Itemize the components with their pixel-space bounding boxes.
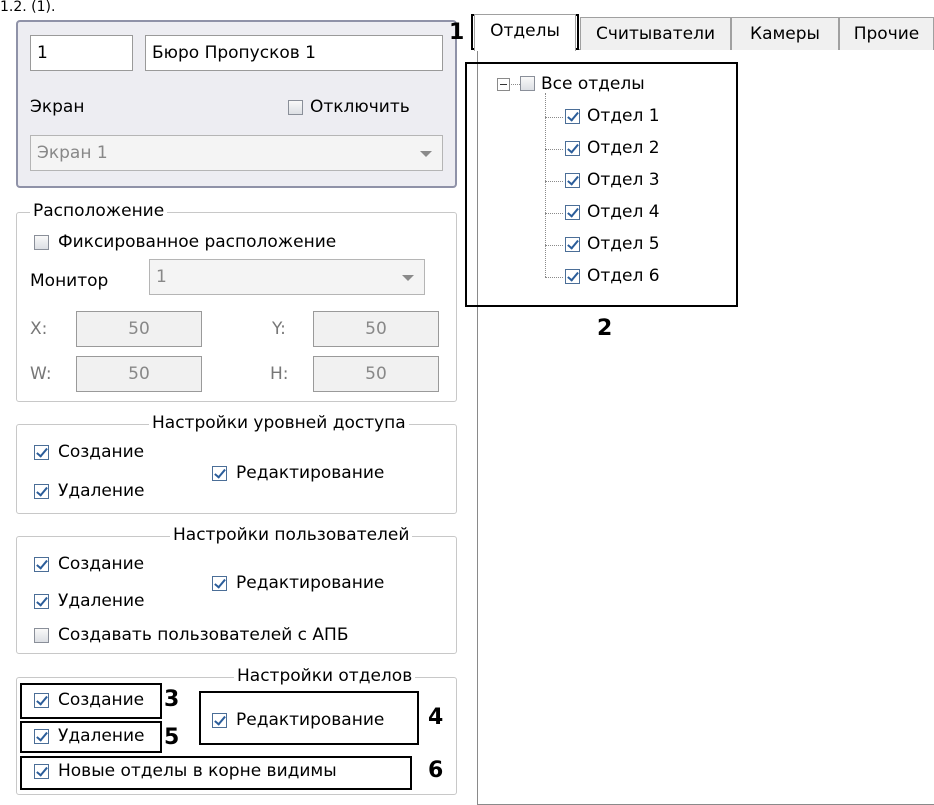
h-field[interactable]: 50 — [313, 356, 439, 392]
access-edit-label: Редактирование — [236, 463, 385, 483]
access-create-checkbox[interactable] — [34, 445, 49, 460]
tree-connector — [545, 149, 563, 150]
dept-delete-label: Удаление — [58, 726, 145, 746]
disable-label: Отключить — [310, 97, 410, 117]
monitor-select-value: 1 — [156, 267, 167, 287]
access-create-label: Создание — [58, 442, 145, 462]
dept-edit-checkbox[interactable] — [212, 713, 227, 728]
access-delete-label: Удаление — [58, 481, 145, 501]
tree-item-checkbox[interactable] — [565, 109, 580, 124]
w-label: W: — [30, 364, 52, 384]
users-delete-checkbox[interactable] — [34, 594, 49, 609]
w-field[interactable]: 50 — [76, 356, 202, 392]
x-label: X: — [30, 319, 48, 339]
chevron-down-icon — [420, 151, 432, 157]
fixed-location-label: Фиксированное расположение — [58, 232, 337, 252]
tree-item-checkbox[interactable] — [565, 141, 580, 156]
tab-cameras[interactable]: Камеры — [731, 17, 839, 50]
callout-6: 6 — [428, 758, 444, 783]
tree-root-label: Все отделы — [541, 74, 645, 94]
users-apb-checkbox[interactable] — [34, 628, 49, 643]
dept-delete-checkbox[interactable] — [34, 729, 49, 744]
tree-connector — [545, 93, 546, 277]
y-field[interactable]: 50 — [313, 311, 439, 347]
callout-4: 4 — [428, 705, 444, 730]
device-name-field[interactable]: Бюро Пропусков 1 — [145, 35, 443, 71]
users-create-checkbox[interactable] — [34, 557, 49, 572]
dept-edit-label: Редактирование — [236, 710, 385, 730]
dept-root-visible-label: Новые отделы в корне видимы — [58, 761, 337, 781]
tree-collapse-icon[interactable] — [497, 78, 510, 91]
tree-item-checkbox[interactable] — [565, 205, 580, 220]
users-delete-label: Удаление — [58, 591, 145, 611]
users-title: Настройки пользователей — [170, 524, 413, 546]
monitor-label: Монитор — [30, 271, 109, 291]
tree-item-label: Отдел 6 — [587, 266, 660, 286]
tree-connector — [545, 277, 563, 278]
location-title: Расположение — [30, 200, 168, 222]
dept-create-checkbox[interactable] — [34, 693, 49, 708]
tree-item-label: Отдел 1 — [587, 106, 660, 126]
chevron-down-icon — [402, 275, 414, 281]
callout-5: 5 — [164, 725, 180, 750]
tree-connector — [545, 245, 563, 246]
tree-item-label: Отдел 4 — [587, 202, 660, 222]
monitor-select[interactable]: 1 — [149, 259, 425, 295]
tree-item-label: Отдел 3 — [587, 170, 660, 190]
tab-departments[interactable]: Отделы — [474, 14, 576, 51]
users-apb-label: Создавать пользователей с АПБ — [58, 625, 349, 645]
device-id-field[interactable]: 1 — [30, 35, 133, 71]
screen-select[interactable]: Экран 1 — [30, 135, 443, 171]
tree-connector — [545, 213, 563, 214]
device-card: 1 Бюро Пропусков 1 Экран Отключить Экран… — [16, 20, 457, 188]
callout-3: 3 — [164, 687, 180, 712]
tree-connector — [545, 117, 563, 118]
callout-1: 1 — [449, 20, 465, 45]
users-edit-checkbox[interactable] — [212, 576, 227, 591]
disable-checkbox[interactable] — [288, 100, 303, 115]
h-label: H: — [270, 364, 289, 384]
dept-create-label: Создание — [58, 690, 145, 710]
tree-connector — [511, 84, 520, 85]
tree-item-label: Отдел 5 — [587, 234, 660, 254]
tree-connector — [545, 181, 563, 182]
departments-title: Настройки отделов — [234, 665, 416, 687]
tree-item-label: Отдел 2 — [587, 138, 660, 158]
callout-2: 2 — [597, 316, 613, 341]
fixed-location-checkbox[interactable] — [34, 235, 49, 250]
access-edit-checkbox[interactable] — [212, 466, 227, 481]
users-create-label: Создание — [58, 554, 145, 574]
users-edit-label: Редактирование — [236, 573, 385, 593]
tab-other[interactable]: Прочие — [839, 17, 934, 50]
tree-item-checkbox[interactable] — [565, 237, 580, 252]
tree-item-checkbox[interactable] — [565, 269, 580, 284]
y-label: Y: — [272, 319, 286, 339]
access-delete-checkbox[interactable] — [34, 484, 49, 499]
screen-label: Экран — [30, 97, 85, 117]
tree-item-checkbox[interactable] — [565, 173, 580, 188]
dept-root-visible-checkbox[interactable] — [34, 764, 49, 779]
top-cut-text: 1.2. (1). — [0, 0, 56, 15]
x-field[interactable]: 50 — [76, 311, 202, 347]
tree-root-checkbox[interactable] — [520, 76, 535, 91]
screen-select-value: Экран 1 — [37, 143, 108, 163]
access-levels-title: Настройки уровней доступа — [149, 412, 409, 434]
tab-readers[interactable]: Считыватели — [580, 17, 731, 50]
